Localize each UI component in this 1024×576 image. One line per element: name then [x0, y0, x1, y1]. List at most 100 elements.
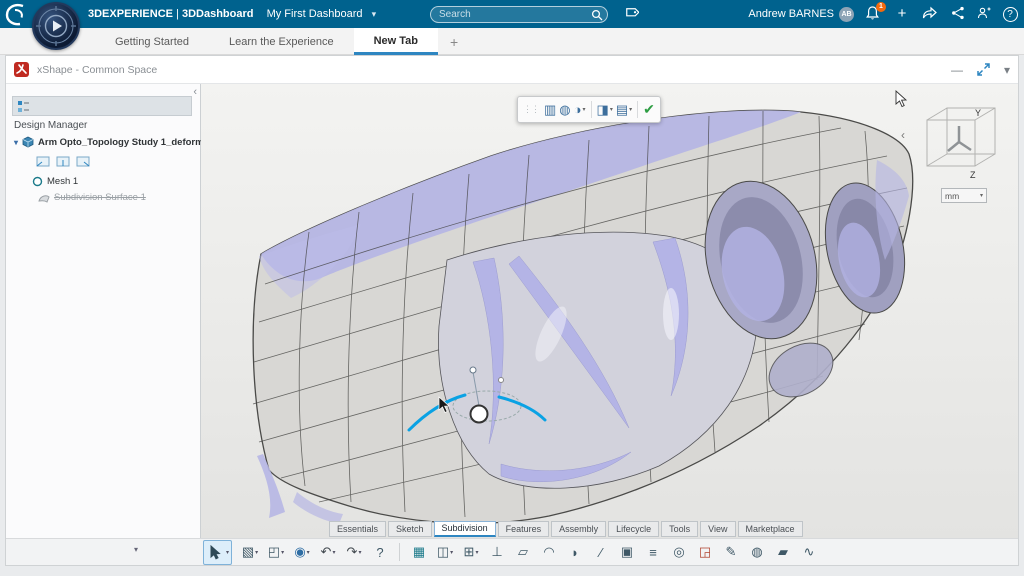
arc-surface-icon: ◠	[543, 544, 555, 559]
toolbar-grip-handle[interactable]: ⋮⋮	[523, 104, 540, 115]
view-toolbar[interactable]: ⋮⋮ ▥ ◍ ◑ ▾ ◨ ▾ ▤ ▾ ✔	[517, 96, 661, 123]
grid-pattern-button[interactable]: ⊞ ▾	[459, 541, 483, 564]
trim-frame-button[interactable]: ▣	[615, 541, 639, 564]
tab-learn-the-experience[interactable]: Learn the Experience	[209, 28, 354, 55]
slant-plane-button[interactable]: ▰	[771, 541, 795, 564]
user-name[interactable]: Andrew BARNES	[748, 0, 834, 28]
search-bar[interactable]	[430, 6, 608, 23]
plane-zx-icon[interactable]	[76, 156, 90, 167]
section-table-button[interactable]: ▥	[544, 102, 556, 118]
corner-box-button[interactable]: ◲	[693, 541, 717, 564]
update-check-button[interactable]: ✔	[643, 101, 655, 118]
subdivision-box-caret-icon[interactable]: ▾	[450, 549, 453, 556]
sculpt-button[interactable]: ◉ ▾	[290, 541, 314, 564]
render-mode-button[interactable]: ◑ ▾	[574, 102, 586, 117]
collapse-panel-icon[interactable]: ‹	[193, 86, 197, 98]
3d-viewport[interactable]: ⋮⋮ ▥ ◍ ◑ ▾ ◨ ▾ ▤ ▾ ✔ Y Z ‹ mm ▾ Essentia…	[201, 84, 1018, 540]
section-tab-essentials[interactable]: Essentials	[329, 521, 387, 537]
units-dropdown[interactable]: mm ▾	[941, 188, 987, 203]
undo-button[interactable]: ↶ ▾	[316, 541, 340, 564]
plane-patch-button[interactable]: ▱	[511, 541, 535, 564]
share-network-icon[interactable]	[948, 4, 968, 24]
tab-new-tab[interactable]: New Tab	[353, 28, 438, 55]
dashboard-chevron-icon[interactable]: ▾	[372, 9, 377, 19]
section-tab-marketplace[interactable]: Marketplace	[737, 521, 803, 537]
undo-caret-icon[interactable]: ▾	[332, 549, 335, 556]
section-tab-lifecycle[interactable]: Lifecycle	[608, 521, 660, 537]
search-input[interactable]	[439, 9, 591, 20]
subdivision-surface-icon	[38, 194, 50, 203]
widget-header: xShape - Common Space — ▾	[6, 56, 1018, 84]
convert-caret-icon[interactable]: ▾	[281, 549, 284, 556]
3dexperience-compass[interactable]	[32, 2, 80, 50]
navigation-cube[interactable]: Y Z	[913, 102, 1007, 186]
share-forward-icon[interactable]	[920, 4, 940, 24]
section-tab-assembly[interactable]: Assembly	[551, 521, 607, 537]
help-button[interactable]: ?	[368, 541, 392, 564]
action-bar-expand-icon[interactable]: ▾	[134, 545, 138, 554]
axis-pin-icon: ⊥	[491, 544, 503, 559]
widget-menu-chevron-icon[interactable]: ▾	[1004, 63, 1010, 77]
section-tab-tools[interactable]: Tools	[661, 521, 699, 537]
redo-button[interactable]: ↷ ▾	[342, 541, 366, 564]
tree-root-item[interactable]: ▾ Arm Opto_Topology Study 1_deform...	[14, 136, 212, 148]
mesh-node-icon	[32, 176, 43, 187]
community-icon[interactable]	[974, 4, 994, 24]
dashboard-title[interactable]: My First Dashboard	[267, 8, 363, 20]
tree-root-label[interactable]: Arm Opto_Topology Study 1_deform...	[38, 137, 211, 148]
wire-sphere-button[interactable]: ◍	[745, 541, 769, 564]
expand-widget-button[interactable]	[977, 63, 990, 76]
section-tab-features[interactable]: Features	[497, 521, 550, 537]
3d-model[interactable]	[201, 84, 1018, 540]
axis-pin-button[interactable]: ⊥	[485, 541, 509, 564]
select-tool-group[interactable]: ▾	[202, 539, 232, 565]
arc-surface-button[interactable]: ◠	[537, 541, 561, 564]
tree-expand-caret-icon[interactable]: ▾	[14, 138, 18, 147]
offset-layers-button[interactable]: ≡	[641, 541, 665, 564]
select-tool-button[interactable]	[206, 541, 226, 564]
split-button[interactable]: ∕	[589, 541, 613, 564]
render-mode-caret-icon[interactable]: ▾	[583, 106, 586, 113]
section-tab-view[interactable]: View	[700, 521, 736, 537]
widget-title: xShape - Common Space	[37, 63, 158, 76]
grid-pattern-caret-icon[interactable]: ▾	[475, 549, 478, 556]
search-icon[interactable]	[591, 9, 603, 21]
display-style-caret-icon[interactable]: ▾	[610, 106, 613, 113]
tree-subdivision-item[interactable]: Subdivision Surface 1	[38, 192, 146, 203]
add-tab-button[interactable]: +	[438, 28, 470, 55]
brand-app: 3DDashboard	[181, 8, 254, 20]
avatar[interactable]: AB	[839, 7, 854, 22]
layers-caret-icon[interactable]: ▾	[629, 106, 632, 113]
convert-button[interactable]: ◰ ▾	[264, 541, 288, 564]
add-content-icon[interactable]: +	[892, 4, 912, 24]
subdivision-primitives-button[interactable]: ▧ ▾	[238, 541, 262, 564]
petal-surface-button[interactable]: ◗	[563, 541, 587, 564]
subdivision-box-button[interactable]: ◫ ▾	[433, 541, 457, 564]
manipulator-top-dot	[469, 366, 477, 374]
twist-surface-button[interactable]: ∿	[797, 541, 821, 564]
subdivision-primitives-caret-icon[interactable]: ▾	[255, 549, 258, 556]
tag-icon[interactable]	[622, 5, 640, 23]
redo-icon: ↷	[346, 544, 358, 559]
shaded-sphere-button[interactable]: ◍	[559, 102, 570, 118]
navcube-chevron-icon[interactable]: ‹	[901, 128, 905, 142]
stylus-button[interactable]: ✎	[719, 541, 743, 564]
redo-caret-icon[interactable]: ▾	[358, 549, 361, 556]
plane-yz-icon[interactable]	[56, 156, 70, 167]
tab-getting-started[interactable]: Getting Started	[95, 28, 209, 55]
sculpt-caret-icon[interactable]: ▾	[307, 549, 310, 556]
section-tab-sketch[interactable]: Sketch	[388, 521, 432, 537]
layers-button[interactable]: ▤ ▾	[616, 102, 632, 118]
select-tool-caret-icon[interactable]: ▾	[226, 549, 229, 556]
mesh-box-button[interactable]: ▦	[407, 541, 431, 564]
tree-subdivision-label[interactable]: Subdivision Surface 1	[54, 192, 146, 203]
display-style-button[interactable]: ◨ ▾	[597, 102, 613, 118]
plane-xy-icon[interactable]	[36, 156, 50, 167]
tree-mesh-label[interactable]: Mesh 1	[47, 176, 78, 187]
help-icon[interactable]: ?	[1000, 4, 1020, 24]
minimize-widget-button[interactable]: —	[951, 63, 963, 77]
section-tab-subdivision[interactable]: Subdivision	[433, 521, 496, 537]
tree-mesh-item[interactable]: Mesh 1	[32, 176, 78, 187]
panel-tool-strip[interactable]	[12, 96, 192, 116]
cylinder-button[interactable]: ◎	[667, 541, 691, 564]
